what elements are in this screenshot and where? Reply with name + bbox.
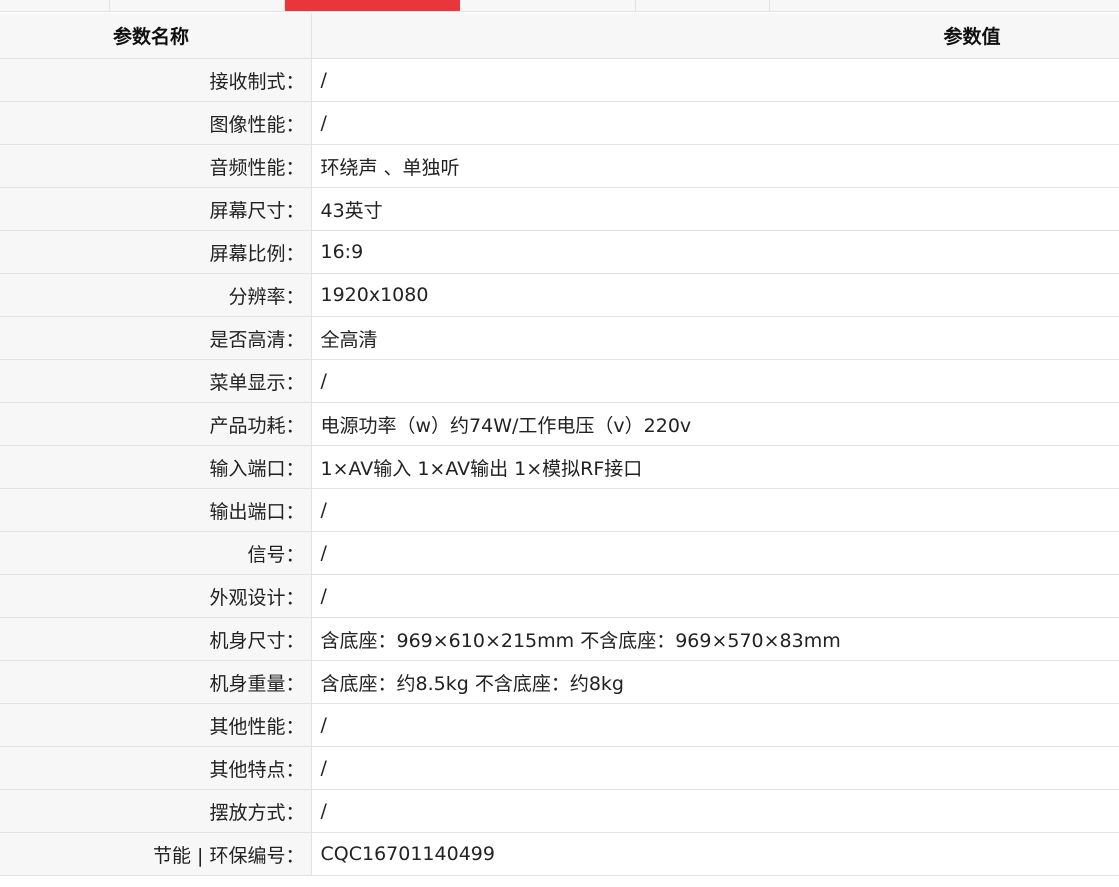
table-row: 外观设计： / — [0, 574, 1119, 618]
table-row: 音频性能： 环绕声 、单独听 — [0, 144, 1119, 188]
table-row: 机身重量： 含底座：约8.5kg 不含底座：约8kg — [0, 660, 1119, 704]
product-tab-2[interactable] — [110, 0, 285, 11]
param-label: 外观设计： — [0, 574, 312, 618]
param-label: 屏幕比例： — [0, 230, 312, 274]
param-value: 全高清 — [311, 316, 1119, 360]
product-tab-active[interactable] — [285, 0, 460, 11]
table-row: 其他性能： / — [0, 703, 1119, 747]
param-value: 43英寸 — [311, 187, 1119, 231]
table-row: 摆放方式： / — [0, 789, 1119, 833]
param-label: 其他特点： — [0, 746, 312, 790]
spec-table-body: 接收制式： / 图像性能： / 音频性能： 环绕声 、单独听 屏幕尺寸： 43英寸 屏幕比例： 1… — [0, 58, 1119, 876]
table-row: 节能 | 环保编号： CQC16701140499 — [0, 832, 1119, 876]
param-value: / — [311, 703, 1119, 747]
param-label: 接收制式： — [0, 58, 312, 102]
param-value: / — [311, 101, 1119, 145]
table-row: 接收制式： / — [0, 58, 1119, 102]
table-row: 信号： / — [0, 531, 1119, 575]
param-label: 分辨率： — [0, 273, 312, 317]
spec-table: 参数名称 参数值 接收制式： / 图像性能： / 音频性能： 环绕声 、单独听 屏幕尺寸： 4… — [0, 13, 1119, 876]
product-tab-5[interactable] — [636, 0, 770, 11]
table-row: 其他特点： / — [0, 746, 1119, 790]
table-row: 屏幕比例： 16:9 — [0, 230, 1119, 274]
param-value: / — [311, 746, 1119, 790]
param-label: 产品功耗： — [0, 402, 312, 446]
param-value: 16:9 — [311, 230, 1119, 274]
param-value: 环绕声 、单独听 — [311, 144, 1119, 188]
param-value: 电源功率（w）约74W/工作电压（v）220v — [311, 402, 1119, 446]
spec-table-header: 参数名称 参数值 — [0, 13, 1119, 59]
product-tab-1[interactable] — [0, 0, 110, 11]
param-value: 1920x1080 — [311, 273, 1119, 317]
param-value: / — [311, 58, 1119, 102]
table-row: 是否高清： 全高清 — [0, 316, 1119, 360]
param-value: / — [311, 359, 1119, 403]
param-value: 含底座：约8.5kg 不含底座：约8kg — [311, 660, 1119, 704]
param-label: 图像性能： — [0, 101, 312, 145]
table-row: 产品功耗： 电源功率（w）约74W/工作电压（v）220v — [0, 402, 1119, 446]
param-value: 含底座：969×610×215mm 不含底座：969×570×83mm — [311, 617, 1119, 661]
param-value: / — [311, 488, 1119, 532]
table-row: 菜单显示： / — [0, 359, 1119, 403]
param-value: / — [311, 789, 1119, 833]
param-label: 信号： — [0, 531, 312, 575]
product-tab-4[interactable] — [460, 0, 636, 11]
param-name-header: 参数名称 — [0, 13, 312, 59]
param-value: / — [311, 574, 1119, 618]
param-value-header: 参数值 — [311, 13, 1119, 59]
table-row: 分辨率： 1920x1080 — [0, 273, 1119, 317]
param-label: 机身尺寸： — [0, 617, 312, 661]
table-row: 输出端口： / — [0, 488, 1119, 532]
param-value: / — [311, 531, 1119, 575]
product-tab-bar — [0, 0, 1119, 12]
param-label: 摆放方式： — [0, 789, 312, 833]
table-row: 图像性能： / — [0, 101, 1119, 145]
table-row: 机身尺寸： 含底座：969×610×215mm 不含底座：969×570×83mm — [0, 617, 1119, 661]
param-label: 输入端口： — [0, 445, 312, 489]
param-value: 1×AV输入 1×AV输出 1×模拟RF接口 — [311, 445, 1119, 489]
param-label: 节能 | 环保编号： — [0, 832, 312, 876]
param-label: 菜单显示： — [0, 359, 312, 403]
param-label: 输出端口： — [0, 488, 312, 532]
param-label: 音频性能： — [0, 144, 312, 188]
param-label: 是否高清： — [0, 316, 312, 360]
param-label: 机身重量： — [0, 660, 312, 704]
param-label: 屏幕尺寸： — [0, 187, 312, 231]
param-value: CQC16701140499 — [311, 832, 1119, 876]
param-label: 其他性能： — [0, 703, 312, 747]
table-row: 输入端口： 1×AV输入 1×AV输出 1×模拟RF接口 — [0, 445, 1119, 489]
table-row: 屏幕尺寸： 43英寸 — [0, 187, 1119, 231]
